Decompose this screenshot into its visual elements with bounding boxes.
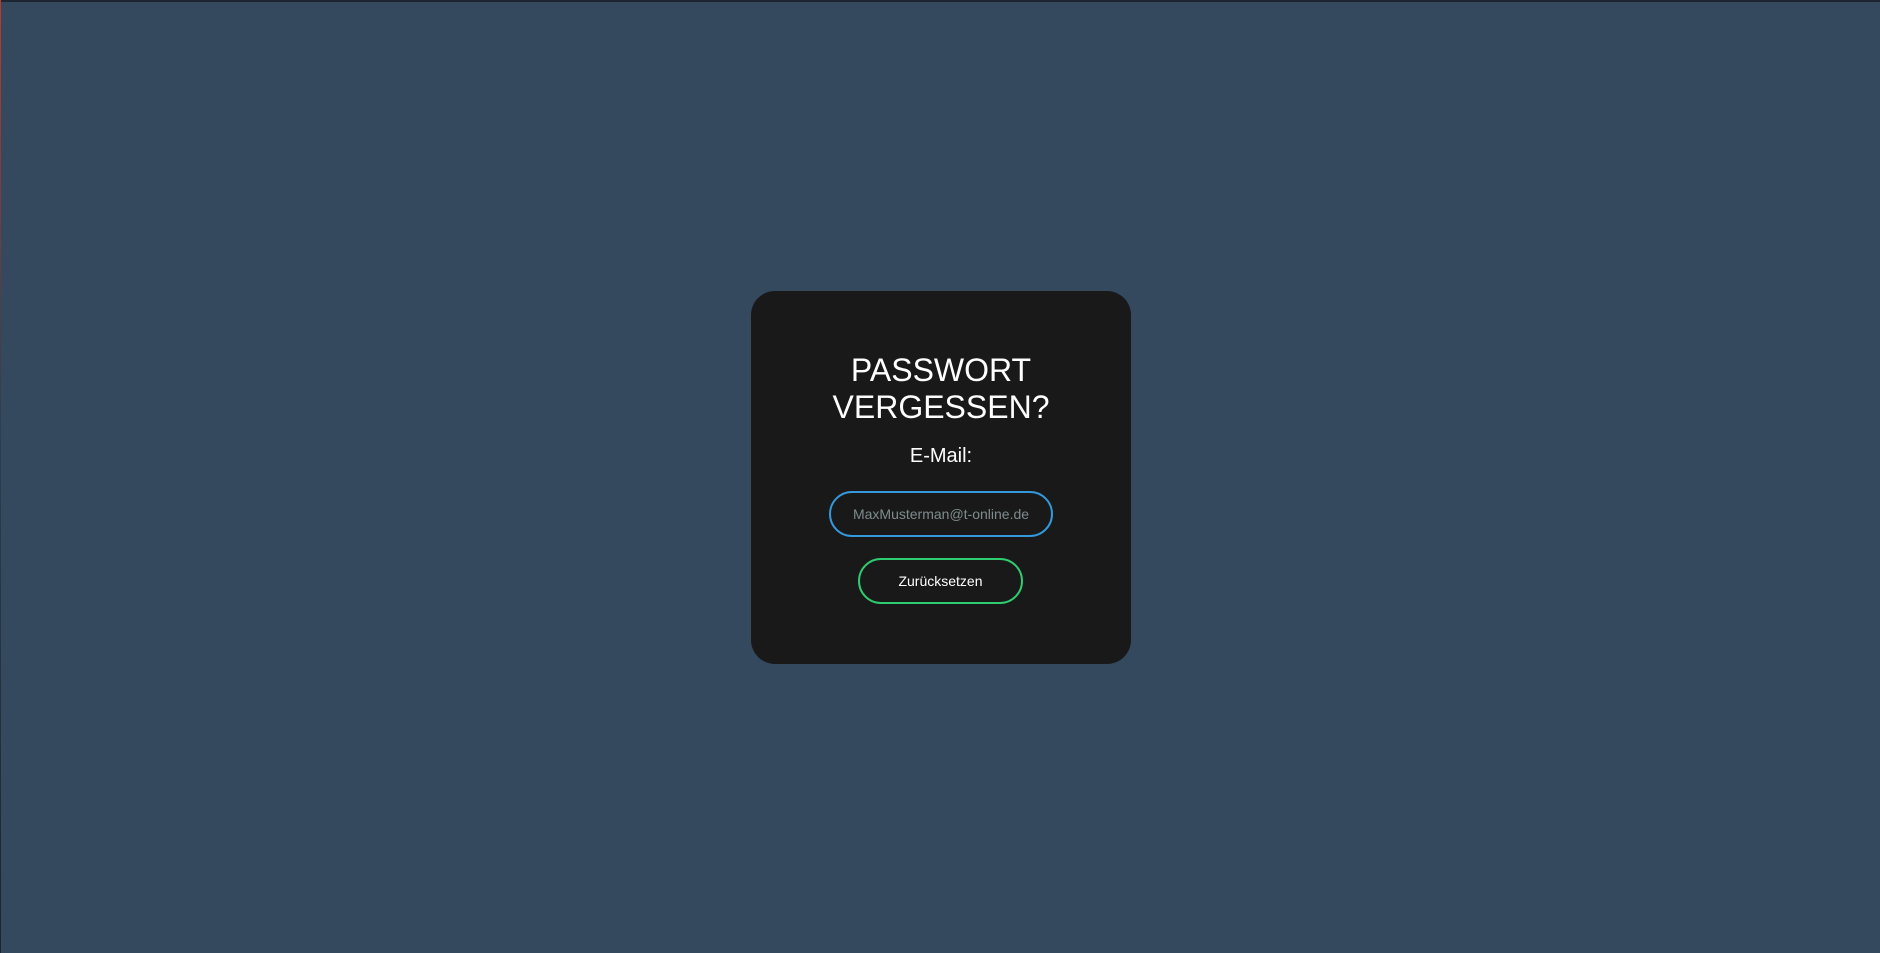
email-label: E-Mail:	[909, 445, 973, 467]
title-line-2: VERGESSEN?	[832, 389, 1050, 425]
page-title: PASSWORT VERGESSEN?	[751, 352, 1131, 426]
title-line-1: PASSWORT	[850, 352, 1032, 388]
top-border	[0, 0, 1880, 2]
reset-button[interactable]: Zurücksetzen	[858, 558, 1023, 604]
email-input[interactable]	[829, 491, 1053, 537]
left-border	[0, 0, 1, 953]
password-reset-card: PASSWORT VERGESSEN? E-Mail: Zurücksetzen	[751, 291, 1131, 664]
page: { "form": { "title_line1": "PASSWORT", "…	[0, 0, 1880, 953]
